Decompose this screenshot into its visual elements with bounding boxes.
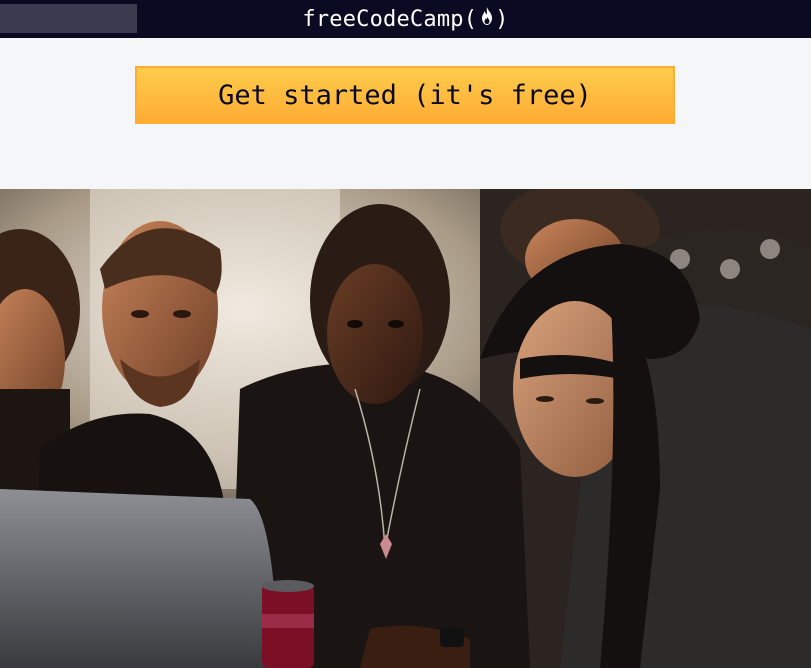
brand-text: freeCodeCamp(: [302, 6, 478, 32]
fire-icon: [479, 6, 495, 32]
top-navbar: freeCodeCamp( ): [0, 0, 811, 38]
brand-text-close: ): [495, 6, 509, 32]
hero-photo: [0, 189, 811, 668]
brand-logo[interactable]: freeCodeCamp( ): [0, 0, 811, 38]
get-started-button[interactable]: Get started (it's free): [135, 66, 675, 124]
